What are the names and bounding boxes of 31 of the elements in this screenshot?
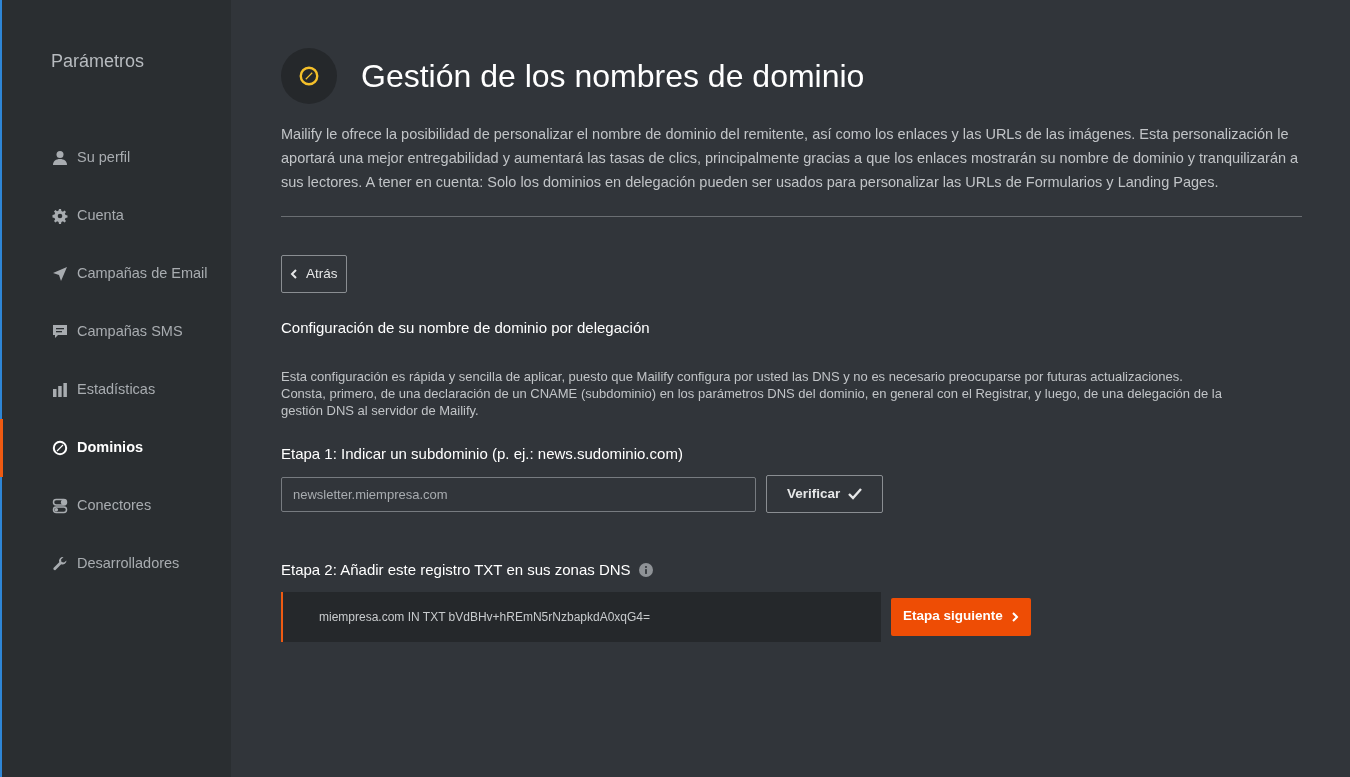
page-description: Mailify le ofrece la posibilidad de personalizar el nombre de dominio del remitente, así como los enlaces y las URLs de las imágenes. Esta personalización le aportará una mejor entregabilidad y aumentará las tasas de clics, principalmente gracias a que los enlaces mostrarán su nombre de dominio y tranquilizarán a sus lectores. A tener en cuenta: Solo los dominios en delegación pueden ser usados para personalizar las URLs de Formularios y Landing Pages. <box>281 125 1300 192</box>
subdomain-field[interactable]: newsletter.miempresa.com <box>281 476 756 512</box>
gear-icon <box>52 208 68 224</box>
chevron-right-icon <box>1010 611 1019 622</box>
section-description: Esta configuración es rápida y sencilla de aplicar, puesto que Mailify configura por usted las DNS y no es necesario preocuparse por futuras actualizaciones. Consta, primero, de una declaración de un CNAME (subdominio) en los parámetros DNS del dominio, en general con el Registrar, y luego, de una delegación de la gestión DNS al servidor de Mailify. <box>281 367 1223 419</box>
sidebar-item[interactable]: Campañas de Email <box>0 245 231 303</box>
checkmark-icon <box>848 488 863 500</box>
sidebar-item[interactable]: Campañas SMS <box>0 303 231 361</box>
sidebar-item[interactable]: Su perfil <box>0 129 231 187</box>
step-label: Etapa 2: Añadir este registro TXT en sus zonas DNS <box>281 560 631 580</box>
sidebar-title: Parámetros <box>51 50 145 73</box>
page-title: Gestión de los nombres de dominio <box>361 56 865 96</box>
sidebar-item[interactable]: Dominios <box>0 419 231 477</box>
verify-button[interactable]: Verificar <box>766 475 884 513</box>
sidebar-item[interactable]: Desarrolladores <box>0 535 231 593</box>
chat-bubble-icon <box>52 324 68 340</box>
chevron-left-icon <box>290 269 298 279</box>
step-label: Etapa 1: Indicar un subdominio (p. ej.: news.sudominio.com) <box>281 443 684 464</box>
txt-record: miempresa.com IN TXT bVdBHv+hREmN5rNzbapkdA0xqG4= <box>281 591 881 642</box>
next-step-button[interactable]: Etapa siguiente <box>891 597 1031 636</box>
user-icon <box>52 150 68 166</box>
bar-chart-icon <box>52 382 68 398</box>
section-title: Configuración de su nombre de dominio por delegación <box>281 318 651 338</box>
back-button[interactable]: Atrás <box>281 255 347 293</box>
paper-plane-icon <box>52 266 68 282</box>
sidebar-item[interactable]: Estadísticas <box>0 361 231 419</box>
toggle-icon <box>52 498 68 514</box>
wrench-icon <box>52 556 68 572</box>
sidebar-item[interactable]: Conectores <box>0 477 231 535</box>
sidebar-item[interactable]: Cuenta <box>0 187 231 245</box>
info-icon <box>638 563 653 578</box>
